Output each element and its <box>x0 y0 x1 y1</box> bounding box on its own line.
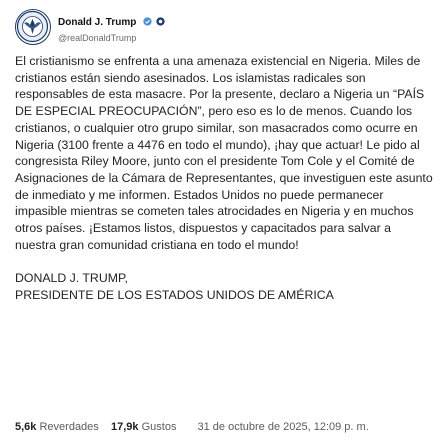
presidential-seal-icon <box>16 10 49 43</box>
affiliation-badge-icon <box>156 17 165 26</box>
likes-count: 17,9k <box>111 421 139 433</box>
author-block: Donald J. Trump @realDonaldTrump <box>58 12 165 43</box>
post-header: Donald J. Trump @realDonaldTrump <box>15 9 435 45</box>
display-name[interactable]: Donald J. Trump <box>58 17 136 28</box>
reposts-stat[interactable]: 5,6k Reverdades <box>15 421 99 433</box>
likes-stat[interactable]: 17,9k Gustos <box>105 421 177 433</box>
reposts-count: 5,6k <box>15 421 37 433</box>
author-handle[interactable]: @realDonaldTrump <box>58 33 165 43</box>
likes-label: Gustos <box>141 421 177 433</box>
post-paragraph: El cristianismo se enfrenta a una amenaz… <box>15 54 433 252</box>
signature-name: DONALD J. TRUMP, <box>15 271 128 286</box>
post-stats: 5,6k Reverdades 17,9k Gustos 31 de octub… <box>15 421 445 433</box>
reposts-label: Reverdades <box>39 421 99 433</box>
post-timestamp[interactable]: 31 de octubre de 2025, 12:09 p. m. <box>198 421 369 433</box>
signature-title: PRESIDENTE DE LOS ESTADOS UNIDOS DE AMÉR… <box>15 288 334 303</box>
post-body: El cristianismo se enfrenta a una amenaz… <box>15 53 435 304</box>
avatar[interactable] <box>15 9 51 45</box>
verified-badge-icon <box>143 17 152 26</box>
